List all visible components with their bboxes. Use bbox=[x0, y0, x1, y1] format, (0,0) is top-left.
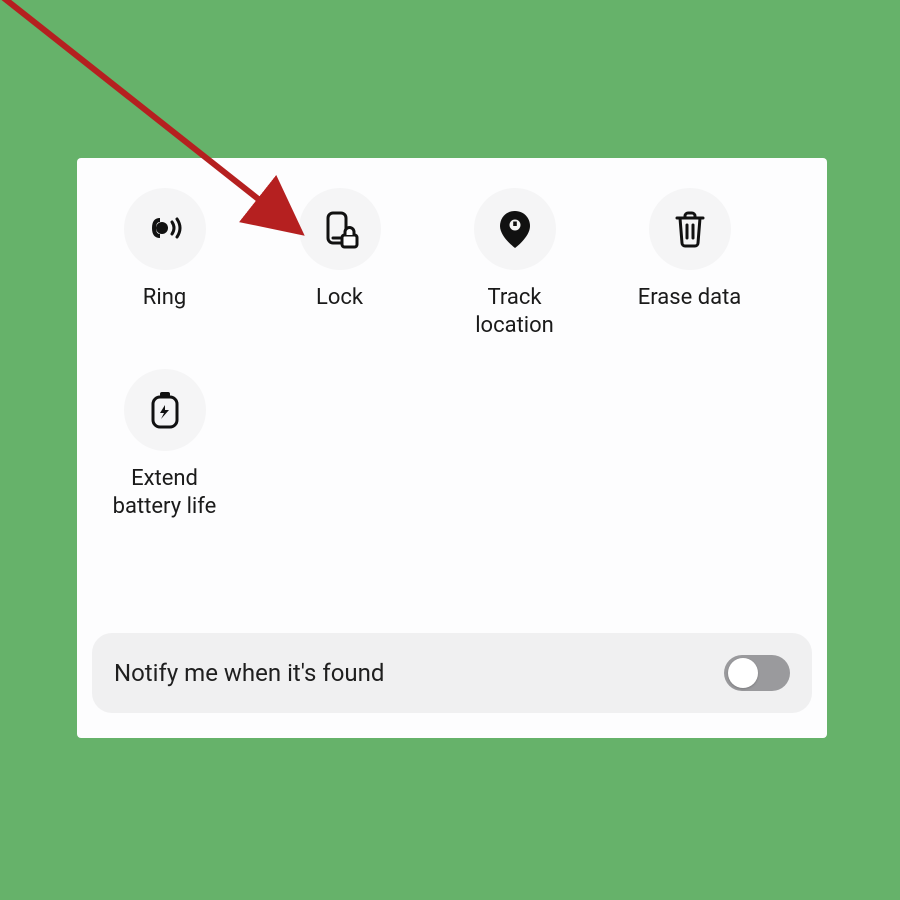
notify-when-found-row[interactable]: Notify me when it's found bbox=[92, 633, 812, 713]
notify-when-found-label: Notify me when it's found bbox=[114, 659, 384, 687]
device-actions-card: Ring Lock Track location bbox=[77, 158, 827, 738]
action-label: Erase data bbox=[638, 284, 742, 312]
action-lock[interactable]: Lock bbox=[252, 188, 427, 339]
action-grid: Ring Lock Track location bbox=[77, 188, 827, 550]
battery-recycle-icon bbox=[124, 369, 206, 451]
toggle-knob bbox=[728, 658, 758, 688]
notify-when-found-toggle[interactable] bbox=[724, 655, 790, 691]
action-label: Ring bbox=[143, 284, 186, 312]
phone-lock-icon bbox=[299, 188, 381, 270]
trash-icon bbox=[649, 188, 731, 270]
action-extend-battery[interactable]: Extend battery life bbox=[77, 369, 252, 520]
location-pin-icon bbox=[474, 188, 556, 270]
action-erase-data[interactable]: Erase data bbox=[602, 188, 777, 339]
ring-icon bbox=[124, 188, 206, 270]
action-label: Extend battery life bbox=[113, 465, 217, 520]
action-track-location[interactable]: Track location bbox=[427, 188, 602, 339]
action-label: Lock bbox=[316, 284, 363, 312]
action-label: Track location bbox=[475, 284, 554, 339]
action-ring[interactable]: Ring bbox=[77, 188, 252, 339]
